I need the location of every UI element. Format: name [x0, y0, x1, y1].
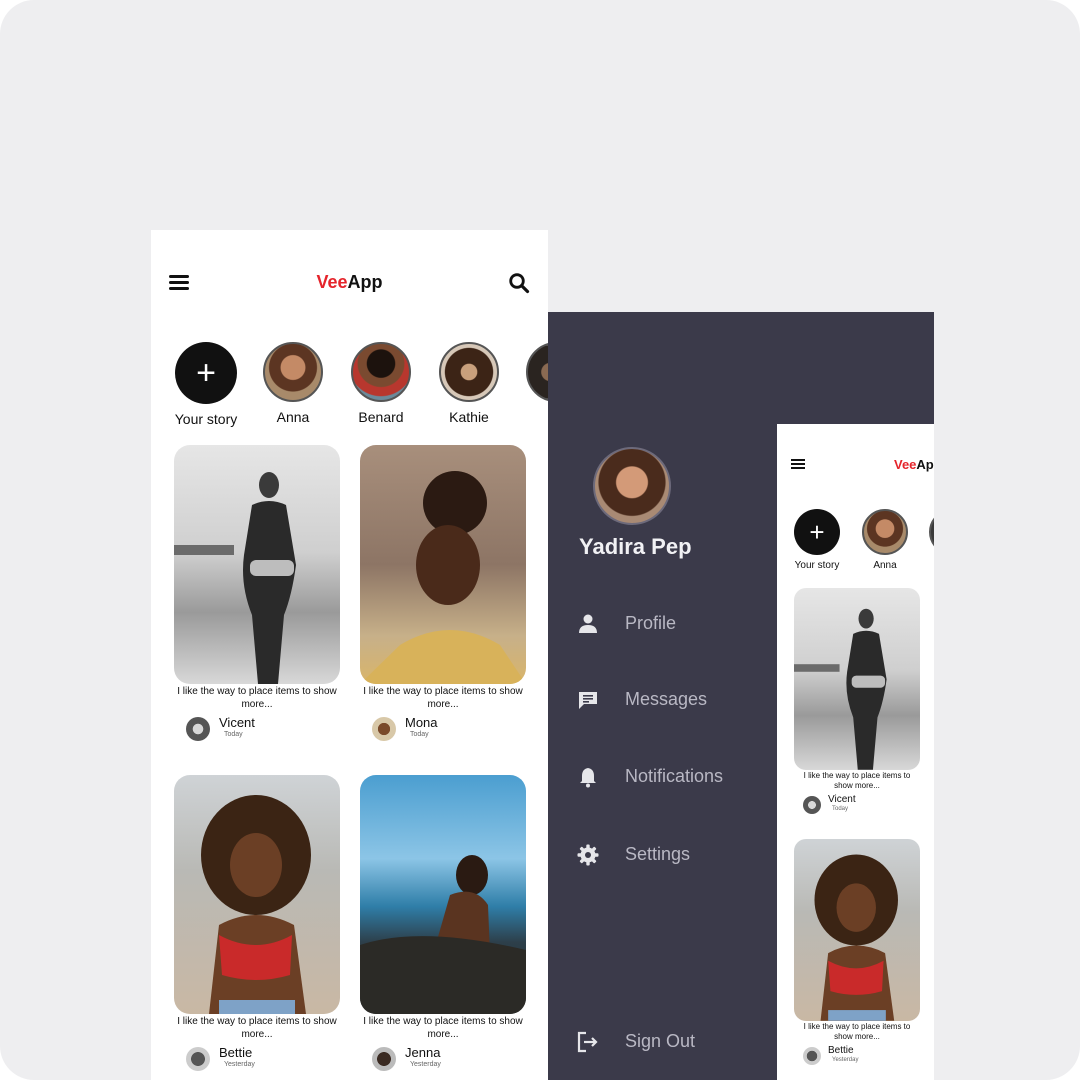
post-caption: I like the way to place items to show mo… — [177, 686, 337, 710]
background-canvas: VeeApp + Your story Anna Benard Kathie I… — [0, 0, 1080, 1080]
post-author[interactable]: Bettie Yesterday — [174, 1045, 340, 1073]
post-time: Today — [224, 731, 243, 738]
app-title: VeeApp — [151, 272, 548, 293]
mini-phone-screen: VeeAp + Your story Anna I like the way t… — [777, 424, 934, 1080]
drawer-user-avatar[interactable] — [593, 447, 671, 525]
sign-out-icon — [577, 1031, 598, 1053]
author-name[interactable]: Bettie — [219, 1045, 252, 1060]
drawer-item-label: Profile — [625, 613, 677, 633]
post-figure — [174, 472, 296, 684]
post-photo[interactable] — [360, 775, 526, 1014]
mini-post-photo[interactable] — [794, 839, 920, 1021]
post-author[interactable]: Vicent Today — [174, 715, 340, 743]
mini-post-figure — [814, 854, 898, 1021]
post-author[interactable]: Jenna Yesterday — [360, 1045, 526, 1073]
drawer-item-label: Notifications — [625, 766, 724, 786]
mini-story-label: Anna — [873, 560, 897, 571]
mini-author-name[interactable]: Vicent — [828, 794, 856, 805]
mini-post-author[interactable]: Vicent Today — [794, 794, 920, 816]
mini-app-title: VeeAp — [894, 457, 934, 472]
post-card[interactable]: I like the way to place items to show mo… — [360, 775, 526, 1073]
mini-author-name[interactable]: Bettie — [828, 1045, 854, 1056]
post-time: Yesterday — [224, 1061, 255, 1068]
story-anna[interactable]: Anna — [253, 342, 333, 425]
mini-app-title-rest: Ap — [916, 457, 934, 472]
mini-story-your-story[interactable]: + Your story — [787, 509, 847, 571]
author-avatar[interactable] — [186, 717, 210, 741]
mini-post-card[interactable]: I like the way to place items to show mo… — [794, 839, 920, 1067]
post-author[interactable]: Mona Today — [360, 715, 526, 743]
story-label: Kathie — [449, 409, 489, 425]
post-caption: I like the way to place items to show mo… — [177, 1016, 337, 1040]
mini-author-avatar[interactable] — [803, 1047, 821, 1065]
post-figure — [201, 795, 311, 1014]
mini-app-title-accent: Vee — [894, 457, 917, 472]
mini-story-avatar[interactable] — [862, 509, 908, 555]
stories-row: + Your story Anna Benard Kathie R — [151, 342, 548, 432]
top-bar: VeeApp — [151, 230, 548, 340]
post-time: Yesterday — [410, 1061, 441, 1068]
add-story-icon[interactable]: + — [175, 342, 237, 404]
mini-post-card[interactable]: I like the way to place items to show mo… — [794, 588, 920, 816]
mini-post-figure — [794, 608, 887, 770]
author-name[interactable]: Vicent — [219, 715, 255, 730]
story-benard[interactable]: Benard — [341, 342, 421, 425]
add-story-icon[interactable]: + — [794, 509, 840, 555]
bell-icon — [580, 768, 596, 788]
author-avatar[interactable] — [372, 1047, 396, 1071]
app-title-rest: App — [347, 272, 383, 292]
mini-post-caption: I like the way to place items to show mo… — [803, 771, 911, 790]
story-label: Benard — [358, 409, 404, 425]
story-label: Anna — [276, 409, 310, 425]
mini-story-label: Your story — [794, 560, 840, 571]
drawer-item-label: Sign Out — [625, 1031, 696, 1051]
search-icon[interactable] — [508, 272, 530, 294]
mini-author-avatar[interactable] — [803, 796, 821, 814]
story-label: R — [516, 409, 548, 425]
app-title-accent: Vee — [316, 272, 348, 292]
story-avatar[interactable] — [439, 342, 499, 402]
story-label: Your story — [174, 411, 238, 427]
post-photo[interactable] — [360, 445, 526, 684]
mini-story-avatar[interactable] — [929, 509, 934, 555]
gear-icon — [577, 844, 599, 866]
mini-post-time: Yesterday — [832, 1057, 859, 1063]
post-caption: I like the way to place items to show mo… — [363, 1016, 523, 1040]
author-name[interactable]: Jenna — [405, 1045, 440, 1060]
mini-post-photo[interactable] — [794, 588, 920, 770]
story-avatar[interactable] — [526, 342, 548, 402]
author-avatar[interactable] — [372, 717, 396, 741]
mini-story-anna[interactable]: Anna — [855, 509, 915, 571]
story-avatar[interactable] — [351, 342, 411, 402]
story-kathie[interactable]: Kathie — [429, 342, 509, 425]
mini-post-time: Today — [832, 806, 849, 812]
author-name[interactable]: Mona — [405, 715, 438, 730]
story-r[interactable]: R — [516, 342, 548, 425]
post-card[interactable]: I like the way to place items to show mo… — [360, 445, 526, 743]
mini-post-author[interactable]: Bettie Yesterday — [794, 1045, 920, 1067]
post-caption: I like the way to place items to show mo… — [363, 686, 523, 710]
drawer-item-label: Settings — [625, 844, 691, 864]
post-figure — [360, 855, 526, 1014]
author-avatar[interactable] — [186, 1047, 210, 1071]
main-phone-screen: VeeApp + Your story Anna Benard Kathie I… — [151, 230, 548, 1080]
mini-post-caption: I like the way to place items to show mo… — [803, 1022, 911, 1041]
mini-story-partial[interactable] — [922, 509, 934, 555]
person-icon — [579, 614, 597, 633]
post-photo[interactable] — [174, 445, 340, 684]
story-your-story[interactable]: + Your story — [166, 342, 246, 427]
chat-icon — [579, 692, 597, 709]
drawer-item-label: Messages — [625, 689, 708, 709]
post-card[interactable]: I like the way to place items to show mo… — [174, 445, 340, 743]
story-avatar[interactable] — [263, 342, 323, 402]
post-time: Today — [410, 731, 429, 738]
post-figure — [360, 471, 526, 684]
mini-hamburger-menu-icon[interactable] — [791, 459, 805, 469]
post-photo[interactable] — [174, 775, 340, 1014]
drawer-user-name: Yadira Pep — [579, 534, 692, 559]
post-card[interactable]: I like the way to place items to show mo… — [174, 775, 340, 1073]
